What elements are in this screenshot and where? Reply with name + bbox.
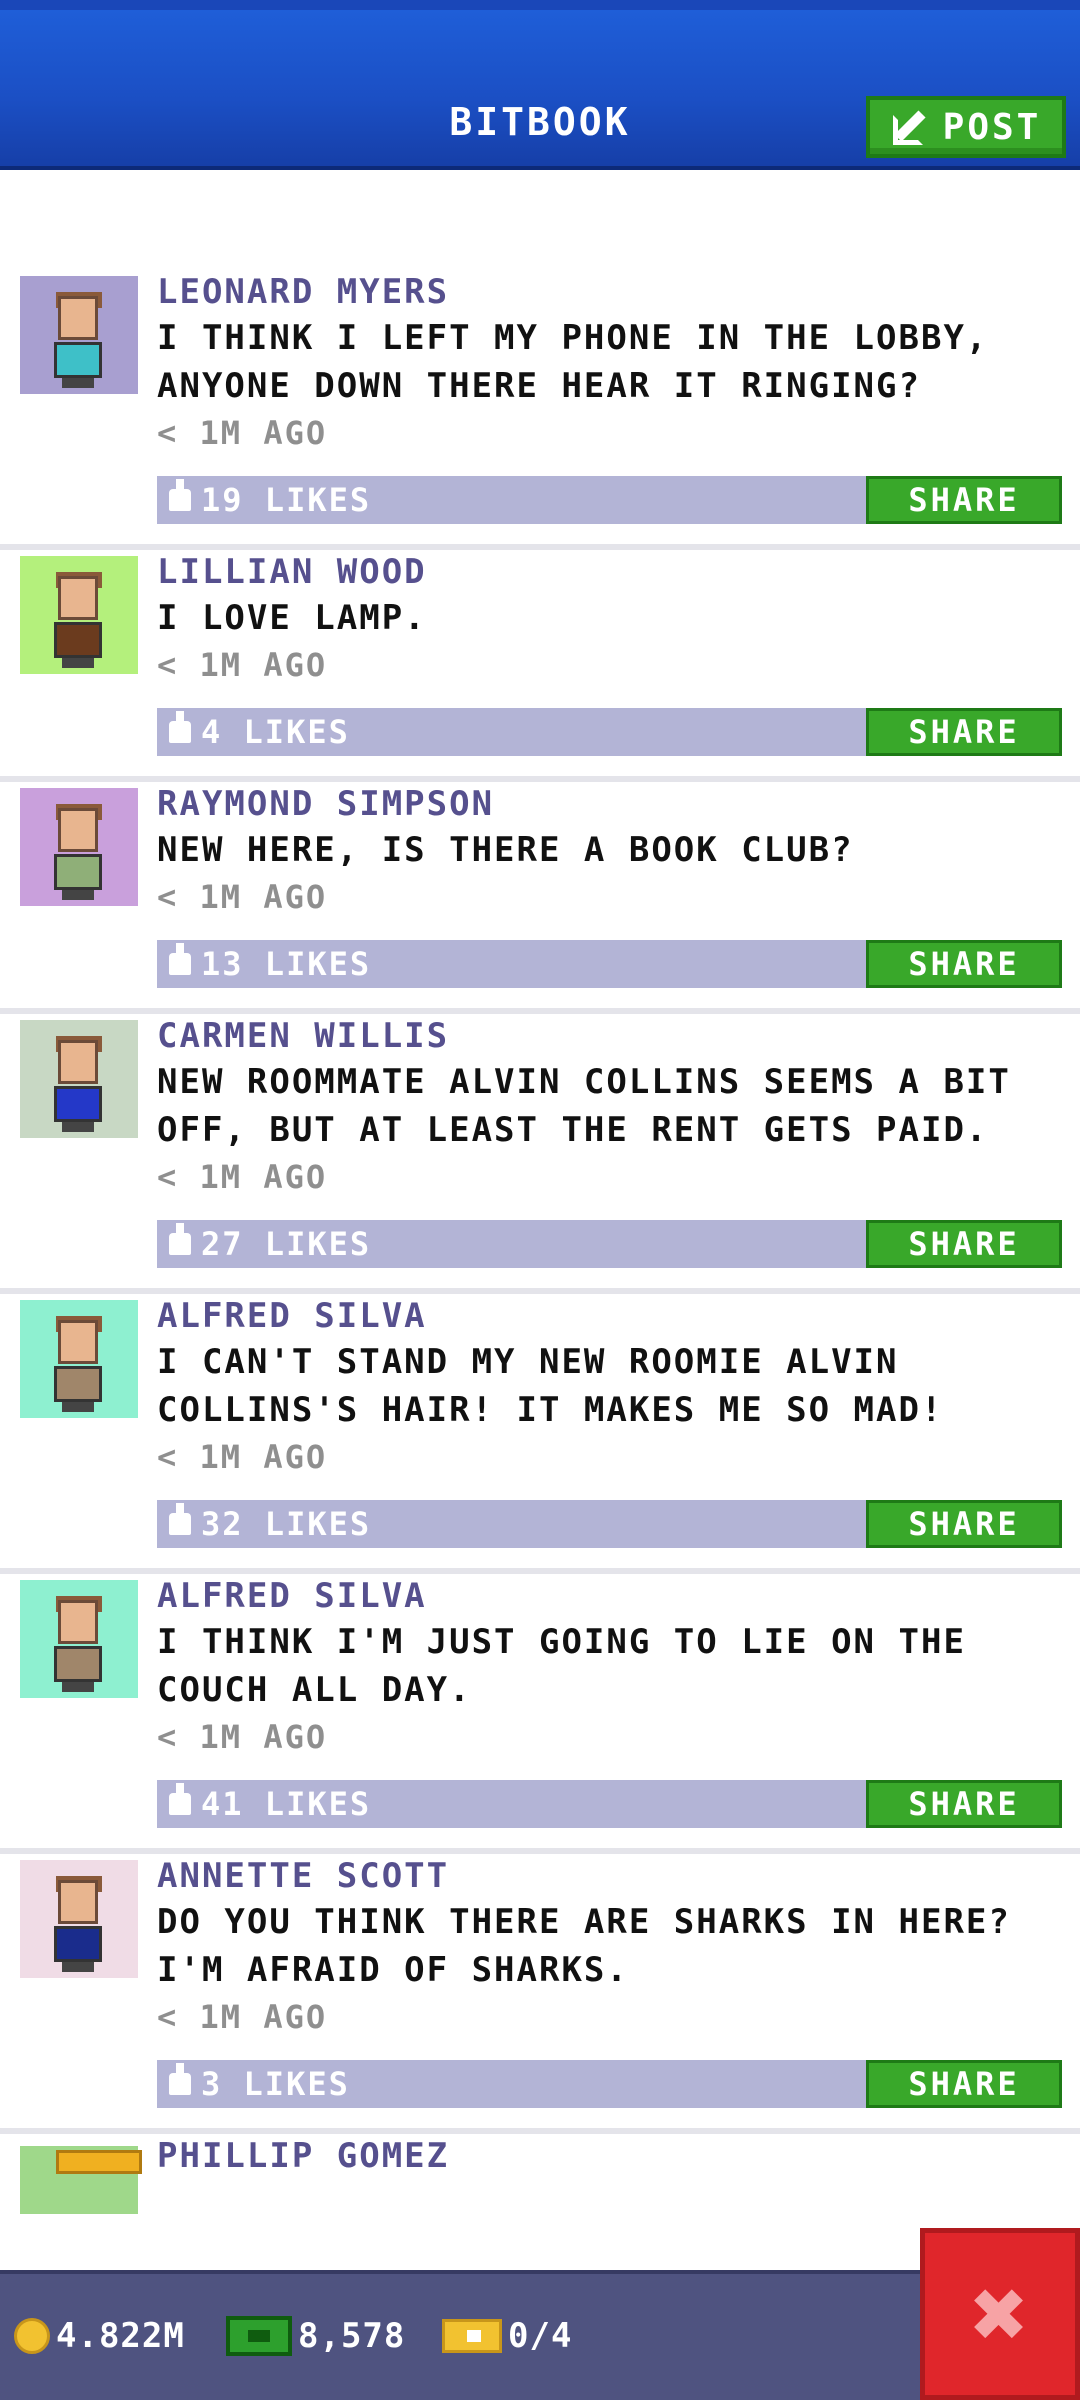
thumbs-up-icon [169, 943, 191, 975]
tickets-stat: 0/4 [442, 2316, 572, 2356]
post-message-line: ANYONE DOWN THERE HEAR IT RINGING? [157, 366, 921, 406]
post-message-line: DO YOU THINK THERE ARE SHARKS IN HERE? [157, 1902, 1011, 1942]
post-time: < 1M AGO [157, 1998, 328, 2036]
post-message-line: I'M AFRAID OF SHARKS. [157, 1950, 629, 1990]
close-icon: ✖ [971, 2258, 1029, 2370]
list-item: ANNETTE SCOTT DO YOU THINK THERE ARE SHAR… [0, 1854, 1080, 2134]
post-author[interactable]: ANNETTE SCOTT [157, 1854, 1080, 1898]
post-time: < 1M AGO [157, 1718, 328, 1756]
tickets-value: 0/4 [508, 2316, 573, 2356]
post-author[interactable]: CARMEN WILLIS [157, 1014, 1080, 1058]
post-author[interactable]: RAYMOND SIMPSON [157, 782, 1080, 826]
share-button[interactable]: SHARE [866, 708, 1062, 756]
avatar[interactable] [20, 788, 138, 906]
hat-icon [56, 2150, 142, 2174]
post-time: < 1M AGO [157, 1158, 328, 1196]
share-button[interactable]: SHARE [866, 1220, 1062, 1268]
likes-bar: 13 LIKES SHARE [157, 940, 1062, 988]
avatar[interactable] [20, 276, 138, 394]
likes-count: 32 LIKES [201, 1505, 372, 1543]
close-button[interactable]: ✖ [920, 2228, 1080, 2400]
likes-count: 4 LIKES [201, 713, 350, 751]
likes-bar: 4 LIKES SHARE [157, 708, 1062, 756]
coins-value: 4.822M [56, 2316, 185, 2356]
likes-bar: 3 LIKES SHARE [157, 2060, 1062, 2108]
post-feed[interactable]: LEONARD MYERS I THINK I LEFT MY PHONE IN … [0, 270, 1080, 2214]
avatar [20, 2146, 142, 2214]
avatar[interactable] [20, 1580, 138, 1698]
status-bar: 4.822M 8,578 0/4 [0, 2270, 1080, 2400]
share-button[interactable]: SHARE [866, 476, 1062, 524]
post-message-line: I THINK I'M JUST GOING TO LIE ON THE [157, 1622, 966, 1662]
likes-bar: 41 LIKES SHARE [157, 1780, 1062, 1828]
list-item: PHILLIP GOMEZ [0, 2134, 1080, 2214]
avatar[interactable] [20, 1020, 138, 1138]
post-time: < 1M AGO [157, 414, 328, 452]
likes-bar: 19 LIKES SHARE [157, 476, 1062, 524]
coin-icon [14, 2318, 50, 2354]
list-item: ALFRED SILVA I CAN'T STAND MY NEW ROOMIE … [0, 1294, 1080, 1574]
list-item: RAYMOND SIMPSON NEW HERE, IS THERE A BOOK… [0, 782, 1080, 1014]
list-item: ALFRED SILVA I THINK I'M JUST GOING TO LI… [0, 1574, 1080, 1854]
avatar[interactable] [20, 556, 138, 674]
share-button[interactable]: SHARE [866, 2060, 1062, 2108]
bux-value: 8,578 [298, 2316, 406, 2356]
likes-count: 19 LIKES [201, 481, 372, 519]
post-message-line: COLLINS'S HAIR! IT MAKES ME SO MAD! [157, 1390, 944, 1430]
likes-count: 3 LIKES [201, 2065, 350, 2103]
likes-count: 27 LIKES [201, 1225, 372, 1263]
bux-stat: 8,578 [226, 2316, 405, 2356]
likes-count: 13 LIKES [201, 945, 372, 983]
likes-bar: 27 LIKES SHARE [157, 1220, 1062, 1268]
thumbs-up-icon [169, 479, 191, 511]
thumbs-up-icon [169, 1223, 191, 1255]
post-button-label: POST [942, 106, 1042, 148]
cash-icon [226, 2316, 292, 2356]
list-item: CARMEN WILLIS NEW ROOMMATE ALVIN COLLINS … [0, 1014, 1080, 1294]
post-button[interactable]: POST [866, 96, 1066, 158]
post-author[interactable]: ALFRED SILVA [157, 1574, 1080, 1618]
post-message-line: I LOVE LAMP. [157, 598, 427, 638]
thumbs-up-icon [169, 1503, 191, 1535]
likes-bar: 32 LIKES SHARE [157, 1500, 1062, 1548]
ticket-icon [442, 2319, 502, 2353]
post-message-line: I THINK I LEFT MY PHONE IN THE LOBBY, [157, 318, 989, 358]
post-message-line: OFF, BUT AT LEAST THE RENT GETS PAID. [157, 1110, 989, 1150]
app-header: BITBOOK POST [0, 0, 1080, 170]
post-message-line: COUCH ALL DAY. [157, 1670, 472, 1710]
coins-stat: 4.822M [14, 2316, 185, 2356]
post-author: PHILLIP GOMEZ [157, 2136, 450, 2176]
likes-count: 41 LIKES [201, 1785, 372, 1823]
list-item: LEONARD MYERS I THINK I LEFT MY PHONE IN … [0, 270, 1080, 550]
share-button[interactable]: SHARE [866, 940, 1062, 988]
post-time: < 1M AGO [157, 878, 328, 916]
post-time: < 1M AGO [157, 646, 328, 684]
avatar[interactable] [20, 1860, 138, 1978]
share-button[interactable]: SHARE [866, 1500, 1062, 1548]
post-message-line: I CAN'T STAND MY NEW ROOMIE ALVIN [157, 1342, 899, 1382]
thumbs-up-icon [169, 1783, 191, 1815]
share-button[interactable]: SHARE [866, 1780, 1062, 1828]
post-message-line: NEW ROOMMATE ALVIN COLLINS SEEMS A BIT [157, 1062, 1011, 1102]
avatar[interactable] [20, 1300, 138, 1418]
thumbs-up-icon [169, 2063, 191, 2095]
edit-icon [891, 107, 931, 147]
post-message-line: NEW HERE, IS THERE A BOOK CLUB? [157, 830, 854, 870]
post-time: < 1M AGO [157, 1438, 328, 1476]
post-author[interactable]: ALFRED SILVA [157, 1294, 1080, 1338]
list-item: LILLIAN WOOD I LOVE LAMP. < 1M AGO 4 LIKES S… [0, 550, 1080, 782]
thumbs-up-icon [169, 711, 191, 743]
post-author[interactable]: LILLIAN WOOD [157, 550, 1080, 594]
post-author[interactable]: LEONARD MYERS [157, 270, 1080, 314]
